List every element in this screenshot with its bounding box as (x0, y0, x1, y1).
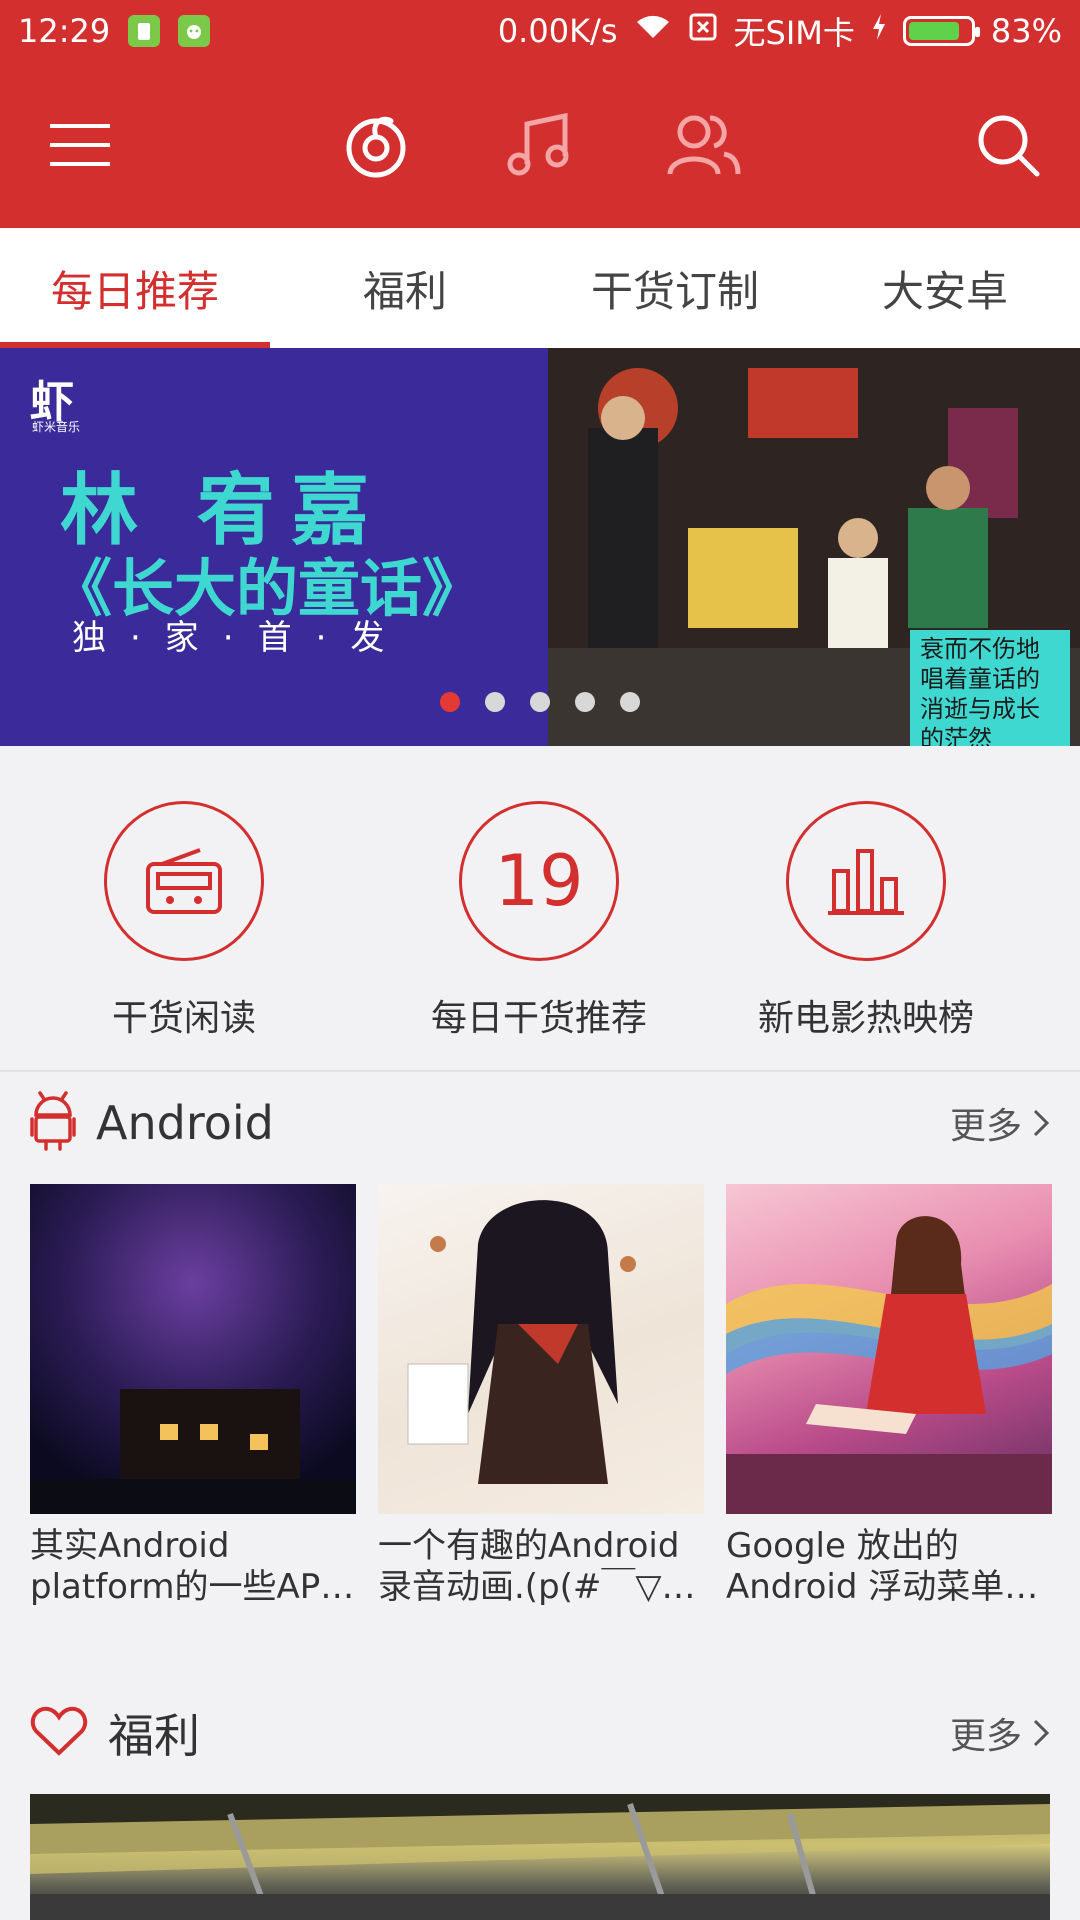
article-card[interactable]: Google 放出的 Android 浮动菜单… (726, 1184, 1052, 1608)
welfare-photo[interactable] (30, 1794, 1050, 1920)
bar-chart-icon (786, 801, 946, 961)
heart-icon (30, 1705, 88, 1761)
more-label: 更多 (949, 1716, 1022, 1757)
battery-percent: 83% (990, 12, 1062, 50)
quick-action-label: 干货闲读 (111, 998, 256, 1039)
carousel-indicator (440, 692, 640, 712)
android-card-list: 其实Android platform的一些AP… 一个有趣的Android 录音… (30, 1184, 1052, 1608)
android-notify-icon (178, 15, 211, 47)
toolbar (0, 62, 1080, 228)
battery-saver-icon (128, 15, 161, 47)
article-title: 其实Android platform的一些AP… (30, 1526, 355, 1607)
section-title: 福利 (108, 1709, 200, 1763)
carousel-dot[interactable] (485, 692, 505, 712)
status-time: 12:29 (18, 12, 111, 50)
quick-action-movies[interactable]: 新电影热映榜 (746, 801, 986, 1041)
section-header-android: Android 更多 (0, 1078, 1080, 1168)
charging-icon (871, 12, 887, 50)
carousel-dot[interactable] (530, 692, 550, 712)
banner-album-promo: 虾 虾米音乐 林 宥嘉 《长大的童话》 独·家·首·发 (0, 348, 548, 746)
banner-carousel[interactable]: 虾 虾米音乐 林 宥嘉 《长大的童话》 独·家·首·发 衰而不伤地唱着童话的消逝… (0, 348, 1080, 746)
quick-action-label: 每日干货推荐 (430, 998, 647, 1039)
wifi-icon (634, 12, 672, 50)
radio-icon (104, 801, 264, 961)
search-icon[interactable] (970, 107, 1046, 183)
battery-level (908, 22, 959, 40)
article-title: Google 放出的 Android 浮动菜单… (726, 1526, 1039, 1607)
section-header-welfare: 福利 更多 (0, 1688, 1080, 1778)
banner-photo: 衰而不伤地唱着童话的消逝与成长的茫然 (548, 348, 1080, 746)
article-thumbnail (726, 1184, 1052, 1514)
music-note-icon[interactable] (502, 107, 578, 183)
chevron-right-icon (1033, 1719, 1050, 1747)
article-thumbnail (378, 1184, 704, 1514)
carousel-dot[interactable] (440, 692, 460, 712)
tab-welfare[interactable]: 福利 (270, 228, 540, 348)
article-card[interactable]: 其实Android platform的一些AP… (30, 1184, 356, 1608)
no-sim-icon (688, 12, 718, 50)
xiami-logo-subtitle: 虾米音乐 (32, 420, 81, 434)
daily-count: 19 (459, 801, 619, 961)
network-speed: 0.00K/s (497, 12, 618, 50)
article-thumbnail (30, 1184, 356, 1514)
carousel-dot[interactable] (620, 692, 640, 712)
article-card[interactable]: 一个有趣的Android 录音动画.(p(#￣▽… (378, 1184, 704, 1608)
battery-icon (902, 16, 980, 46)
tab-custom[interactable]: 干货订制 (540, 228, 810, 348)
menu-icon[interactable] (42, 107, 118, 183)
carousel-dot[interactable] (575, 692, 595, 712)
banner-quote: 衰而不伤地唱着童话的消逝与成长的茫然 (910, 630, 1070, 746)
more-link[interactable]: 更多 (950, 1097, 1050, 1149)
android-icon (30, 1091, 76, 1155)
tab-android[interactable]: 大安卓 (810, 228, 1080, 348)
netease-music-icon[interactable] (338, 107, 414, 183)
friends-icon[interactable] (666, 107, 742, 183)
status-bar: 12:29 0.00K/s 无SIM卡 83% (0, 0, 1080, 62)
article-title: 一个有趣的Android 录音动画.(p(#￣▽… (378, 1526, 696, 1607)
category-tabs: 每日推荐 福利 干货订制 大安卓 (0, 228, 1080, 348)
tab-daily-recommend[interactable]: 每日推荐 (0, 228, 270, 348)
section-title: Android (96, 1096, 274, 1150)
quick-action-label: 新电影热映榜 (757, 998, 974, 1039)
quick-action-reading[interactable]: 干货闲读 (64, 801, 304, 1041)
quick-action-daily[interactable]: 19 每日干货推荐 (419, 801, 659, 1041)
more-label: 更多 (949, 1106, 1022, 1147)
sim-status: 无SIM卡 (733, 14, 855, 52)
chevron-right-icon (1033, 1109, 1050, 1137)
more-link[interactable]: 更多 (950, 1707, 1050, 1759)
banner-exclusive: 独·家·首·发 (72, 618, 409, 658)
quick-actions: 干货闲读 19 每日干货推荐 新电影热映榜 (0, 746, 1080, 1072)
